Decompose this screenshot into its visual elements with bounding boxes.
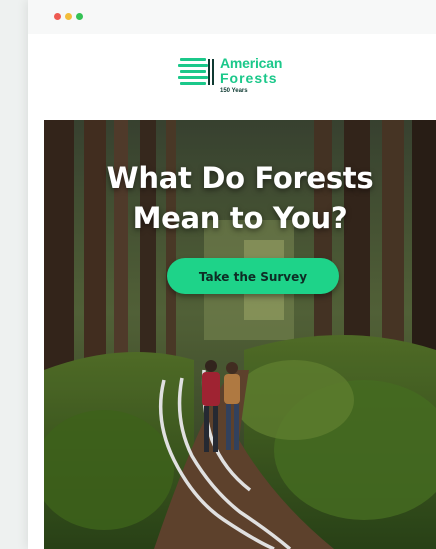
tree-stripes-logo-icon [178, 58, 214, 85]
take-survey-button[interactable]: Take the Survey [167, 258, 339, 294]
american-forests-logo[interactable]: American Forests 150 Years [178, 52, 338, 112]
browser-window: American Forests 150 Years What Do Fores… [28, 0, 436, 549]
maximize-window-button[interactable] [76, 13, 83, 20]
headline-line-2: Mean to You? [132, 201, 348, 235]
headline-line-1: What Do Forests [106, 161, 374, 195]
logo-wordmark: American Forests 150 Years [220, 55, 283, 95]
hero-banner: What Do Forests Mean to You? Take the Su… [44, 120, 436, 549]
hero-headline: What Do Forests Mean to You? [44, 158, 436, 238]
logo-word-american: American [220, 55, 283, 71]
logo-tagline: 150 Years [220, 88, 248, 94]
window-titlebar [28, 0, 436, 34]
minimize-window-button[interactable] [65, 13, 72, 20]
logo-word-forests: Forests [220, 70, 278, 86]
close-window-button[interactable] [54, 13, 61, 20]
